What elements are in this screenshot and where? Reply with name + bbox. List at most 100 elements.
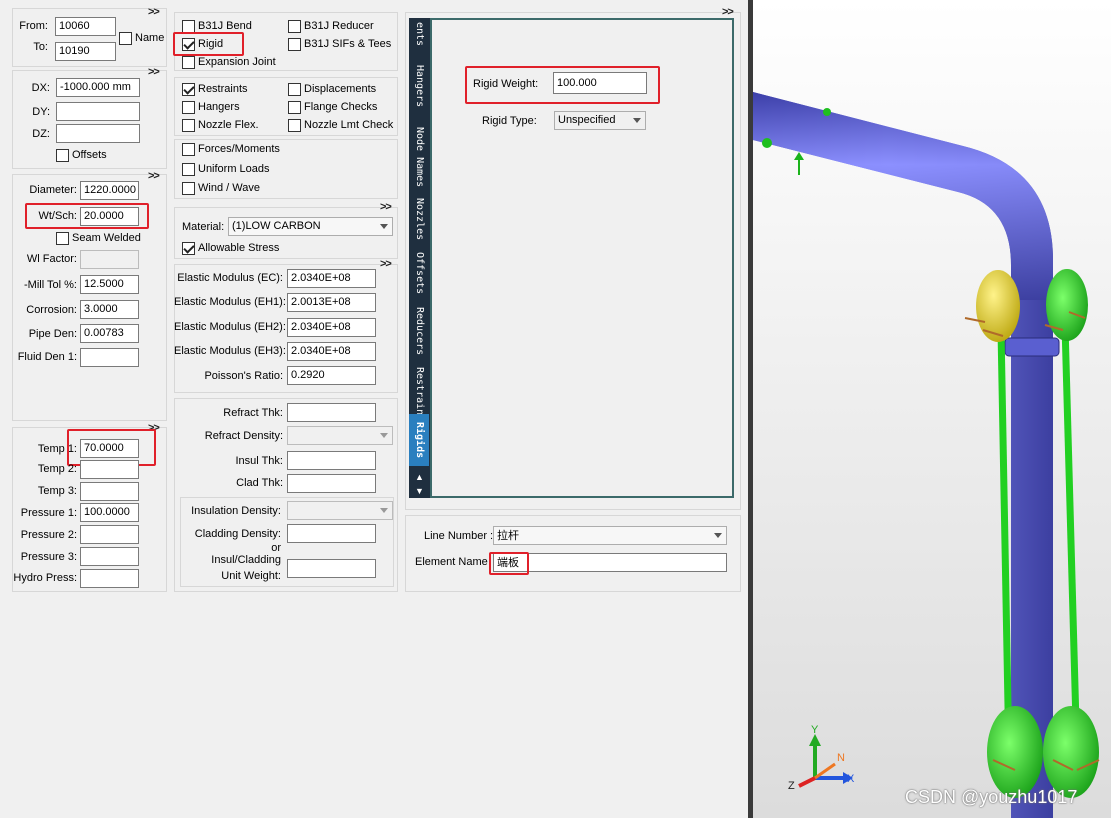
seam-welded-label: Seam Welded xyxy=(72,232,141,244)
expand-temp-panel[interactable]: >> xyxy=(148,422,160,434)
pipe-den-input[interactable]: 0.00783 xyxy=(80,324,139,343)
dy-label: DY: xyxy=(32,106,50,118)
element-name-input[interactable]: 端板 xyxy=(493,553,727,572)
dx-input[interactable]: -1000.000 mm xyxy=(56,78,140,97)
hydro-press-label: Hydro Press: xyxy=(13,572,77,584)
diameter-input[interactable]: 1220.0000 xyxy=(80,181,139,200)
temp3-input[interactable] xyxy=(80,482,139,501)
tab-offsets[interactable]: Offsets xyxy=(409,246,429,300)
line-number-select[interactable]: 拉杆 xyxy=(493,526,727,545)
or-label: or xyxy=(271,542,281,554)
flange-checks-checkbox[interactable] xyxy=(288,101,301,114)
pressure1-input[interactable]: 100.0000 xyxy=(80,503,139,522)
temp1-input[interactable]: 70.0000 xyxy=(80,439,139,458)
ec-input[interactable]: 2.0340E+08 xyxy=(287,269,376,288)
eh2-input[interactable]: 2.0340E+08 xyxy=(287,318,376,337)
fluid-den-label: Fluid Den 1: xyxy=(17,351,77,363)
eh3-input[interactable]: 2.0340E+08 xyxy=(287,342,376,361)
rigid-type-select[interactable]: Unspecified xyxy=(554,111,646,130)
refract-density-dropdown-icon xyxy=(380,433,388,438)
allowable-stress-checkbox[interactable] xyxy=(182,242,195,255)
hangers-label: Hangers xyxy=(198,101,240,113)
refract-density-select[interactable] xyxy=(287,426,393,445)
nozzle-lmt-check-checkbox[interactable] xyxy=(288,119,301,132)
restraint-node xyxy=(823,108,831,116)
rigid-checkbox[interactable] xyxy=(182,38,195,51)
to-node-input[interactable]: 10190 xyxy=(55,42,116,61)
mill-tol-input[interactable]: 12.5000 xyxy=(80,275,139,294)
wind-wave-checkbox[interactable] xyxy=(182,182,195,195)
piping-model-graphic xyxy=(753,92,1100,818)
restraints-checkbox[interactable] xyxy=(182,83,195,96)
material-select[interactable]: (1)LOW CARBON xyxy=(228,217,393,236)
end-plate-yellow xyxy=(976,270,1020,342)
wind-wave-label: Wind / Wave xyxy=(198,182,260,194)
wtsch-input[interactable]: 20.0000 xyxy=(80,207,139,226)
tab-node-names[interactable]: Node Names xyxy=(409,122,429,192)
expand-pipe-panel[interactable]: >> xyxy=(148,170,160,182)
unit-weight-input[interactable] xyxy=(287,559,376,578)
end-plate-green-top xyxy=(1046,269,1088,341)
expand-node-panel[interactable]: >> xyxy=(148,6,160,18)
expand-material-panel[interactable]: >> xyxy=(380,201,392,213)
seam-welded-checkbox[interactable] xyxy=(56,232,69,245)
forces-moments-checkbox[interactable] xyxy=(182,143,195,156)
mill-tol-label: -Mill Tol %: xyxy=(24,279,77,291)
corrosion-input[interactable]: 3.0000 xyxy=(80,300,139,319)
b31j-sifs-checkbox[interactable] xyxy=(288,38,301,51)
offsets-checkbox[interactable] xyxy=(56,149,69,162)
uniform-loads-checkbox[interactable] xyxy=(182,163,195,176)
hangers-checkbox[interactable] xyxy=(182,101,195,114)
b31j-reducer-checkbox[interactable] xyxy=(288,20,301,33)
vertical-tab-strip: ents Hangers Node Names Nozzles Offsets … xyxy=(409,18,430,498)
from-node-input[interactable]: 10060 xyxy=(55,17,116,36)
expand-delta-panel[interactable]: >> xyxy=(148,66,160,78)
refract-thk-input[interactable] xyxy=(287,403,376,422)
hydro-press-input[interactable] xyxy=(80,569,139,588)
tab-rigids[interactable]: Rigids xyxy=(409,414,429,466)
clad-thk-input[interactable] xyxy=(287,474,376,493)
pressure3-input[interactable] xyxy=(80,547,139,566)
end-plate-green-bottom-right xyxy=(1043,706,1099,798)
temp2-input[interactable] xyxy=(80,460,139,479)
poisson-label: Poisson's Ratio: xyxy=(204,370,283,382)
rigid-weight-input[interactable]: 100.000 xyxy=(553,72,647,94)
tab-ents[interactable]: ents xyxy=(409,18,429,50)
cladding-density-input[interactable] xyxy=(287,524,376,543)
material-label: Material: xyxy=(182,221,225,233)
axis-z-line xyxy=(798,776,816,788)
tab-reducers[interactable]: Reducers xyxy=(409,300,429,362)
pressure2-input[interactable] xyxy=(80,525,139,544)
expand-aux-data-panel[interactable]: >> xyxy=(722,6,734,18)
insulation-density-select[interactable] xyxy=(287,501,393,520)
rigid-type-value: Unspecified xyxy=(558,114,616,126)
rigid-type-label: Rigid Type: xyxy=(482,115,537,127)
displacements-checkbox[interactable] xyxy=(288,83,301,96)
poisson-input[interactable]: 0.2920 xyxy=(287,366,376,385)
pipe-collar xyxy=(1004,337,1060,357)
expansion-joint-checkbox[interactable] xyxy=(182,56,195,69)
insulation-density-dropdown-icon xyxy=(380,508,388,513)
tab-scroll-down-icon[interactable]: ▼ xyxy=(409,484,430,498)
temp3-label: Temp 3: xyxy=(37,485,77,497)
nozzle-flex-label: Nozzle Flex. xyxy=(198,119,259,131)
element-name-label: Element Name xyxy=(415,556,488,568)
expand-elastic-panel[interactable]: >> xyxy=(380,258,392,270)
unit-weight-label: Unit Weight: xyxy=(221,570,281,582)
dy-input[interactable] xyxy=(56,102,140,121)
nozzle-flex-checkbox[interactable] xyxy=(182,119,195,132)
b31j-bend-checkbox[interactable] xyxy=(182,20,195,33)
eh1-input[interactable]: 2.0013E+08 xyxy=(287,293,376,312)
tab-scroll-up-icon[interactable]: ▲ xyxy=(409,470,430,484)
wl-factor-input[interactable] xyxy=(80,250,139,269)
tab-hangers[interactable]: Hangers xyxy=(409,50,429,122)
name-checkbox[interactable] xyxy=(119,32,132,45)
clad-thk-label: Clad Thk: xyxy=(236,477,283,489)
dz-input[interactable] xyxy=(56,124,140,143)
axis-z-label: Z xyxy=(788,780,795,792)
3d-viewport[interactable]: Y X Z N CSDN @youzhu1017 xyxy=(753,0,1111,818)
insul-thk-input[interactable] xyxy=(287,451,376,470)
fluid-den-input[interactable] xyxy=(80,348,139,367)
material-value: (1)LOW CARBON xyxy=(232,220,321,232)
tab-nozzles[interactable]: Nozzles xyxy=(409,192,429,246)
